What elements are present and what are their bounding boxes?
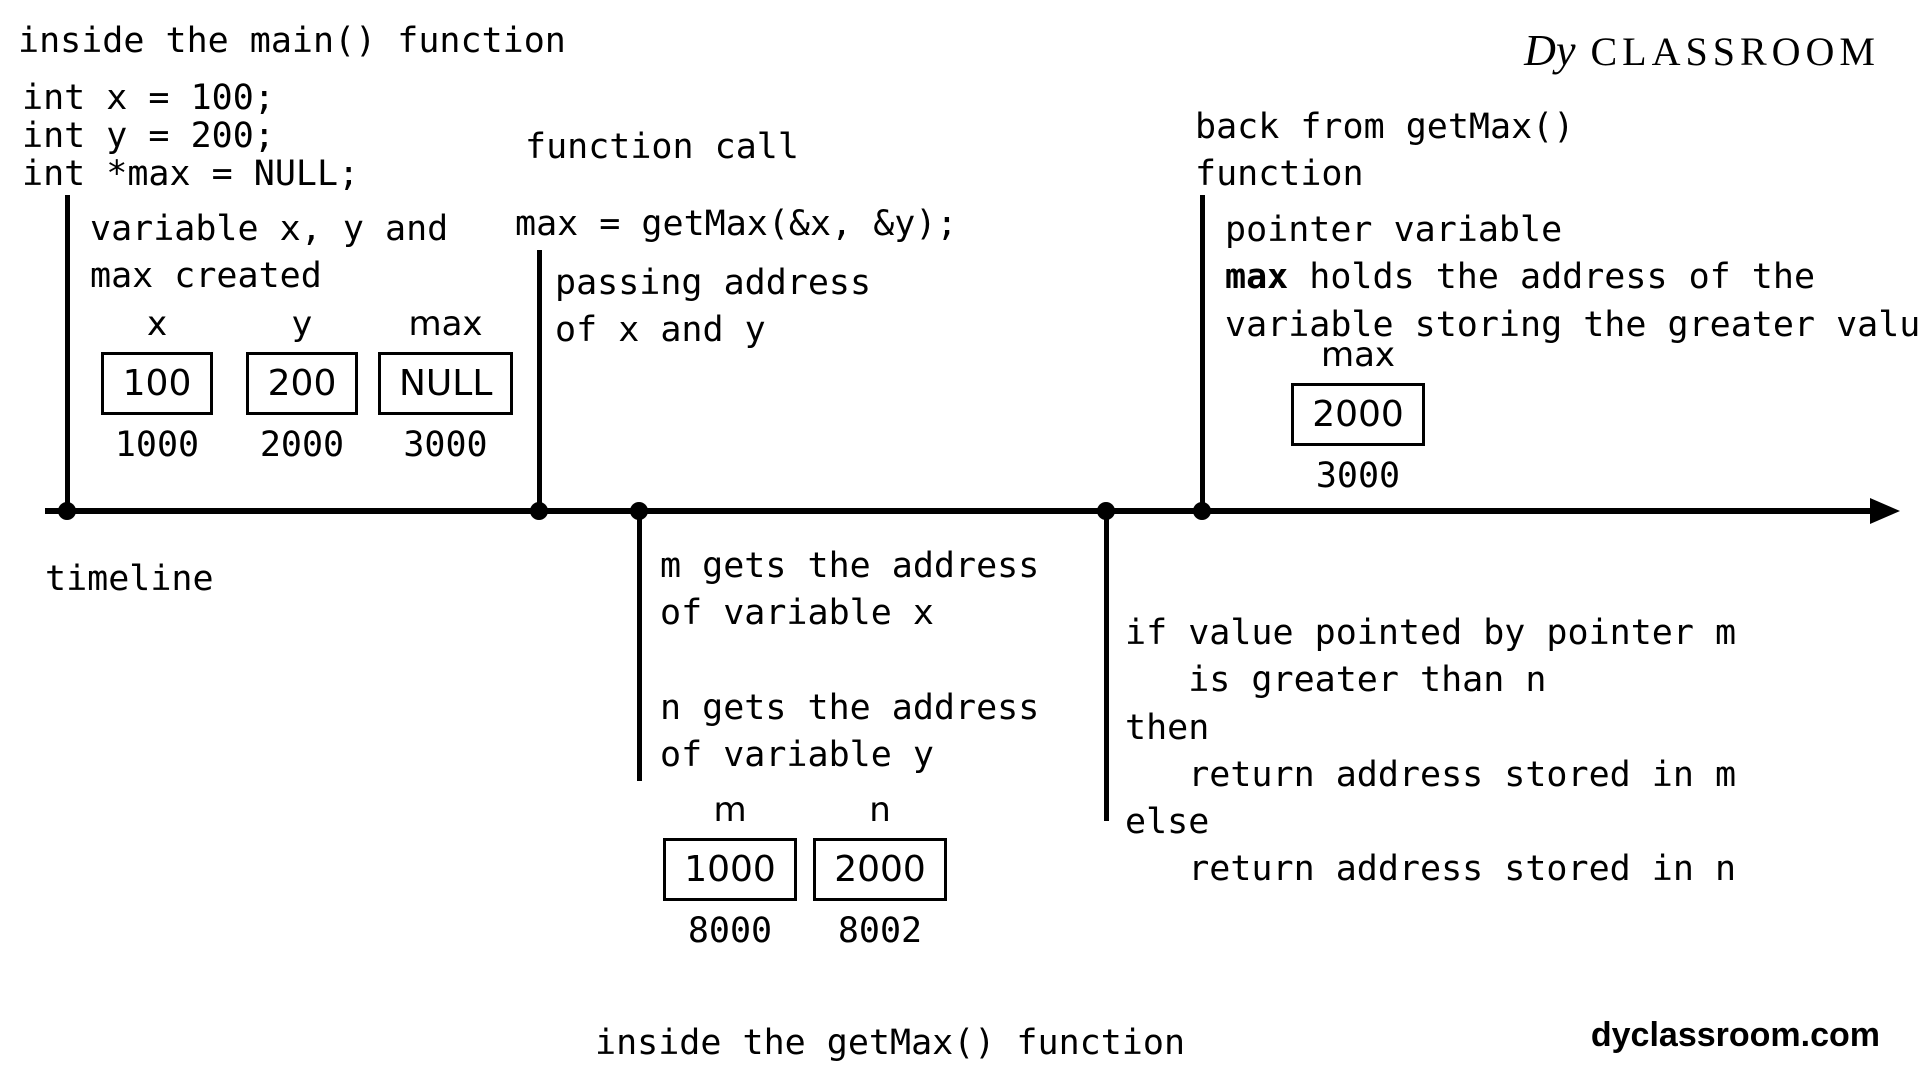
vline bbox=[1104, 511, 1109, 821]
var-n: n 2000 8002 bbox=[800, 790, 960, 951]
stage2-caption-top: passing address of x and y bbox=[555, 260, 871, 355]
timeline-axis bbox=[45, 508, 1880, 514]
var-value: 1000 bbox=[663, 838, 797, 901]
getmax-section-title: inside the getMax() function bbox=[595, 1020, 1185, 1067]
var-addr: 8000 bbox=[650, 911, 810, 951]
stage3-logic: if value pointed by pointer m is greater… bbox=[1125, 610, 1736, 894]
stage2-call: max = getMax(&x, &y); bbox=[515, 201, 958, 248]
code-line-3: int *max = NULL; bbox=[22, 151, 359, 198]
stage4-caption: pointer variable max holds the address o… bbox=[1225, 207, 1920, 349]
footer-url: dyclassroom.com bbox=[1591, 1016, 1880, 1055]
var-addr: 1000 bbox=[92, 425, 222, 465]
diagram-canvas: Dy CLASSROOM inside the main() function … bbox=[0, 0, 1920, 1080]
brand-logo: Dy CLASSROOM bbox=[1524, 25, 1880, 76]
var-name: n bbox=[800, 790, 960, 830]
var-addr: 2000 bbox=[237, 425, 367, 465]
var-value: 2000 bbox=[813, 838, 947, 901]
var-max-result: max 2000 3000 bbox=[1278, 335, 1438, 496]
logo-text: CLASSROOM bbox=[1575, 29, 1880, 74]
var-m: m 1000 8000 bbox=[650, 790, 810, 951]
var-y: y 200 2000 bbox=[237, 304, 367, 465]
var-name: max bbox=[378, 304, 513, 344]
stage2-caption-bottom: m gets the address of variable x n gets … bbox=[660, 543, 1039, 779]
stage4-title: back from getMax() function bbox=[1195, 104, 1574, 199]
var-max-initial: max NULL 3000 bbox=[378, 304, 513, 465]
logo-prefix: Dy bbox=[1524, 26, 1575, 75]
timeline-arrow-icon bbox=[1870, 498, 1900, 524]
var-value: 100 bbox=[101, 352, 213, 415]
var-value: 200 bbox=[246, 352, 358, 415]
var-addr: 3000 bbox=[378, 425, 513, 465]
vline bbox=[65, 195, 70, 513]
vline bbox=[637, 511, 642, 781]
vline bbox=[1200, 195, 1205, 513]
vline bbox=[537, 250, 542, 513]
var-name: y bbox=[237, 304, 367, 344]
stage2-title: function call bbox=[525, 124, 799, 171]
var-name: x bbox=[92, 304, 222, 344]
var-name: max bbox=[1278, 335, 1438, 375]
var-value: 2000 bbox=[1291, 383, 1425, 446]
stage1-caption: variable x, y and max created bbox=[90, 206, 448, 301]
var-x: x 100 1000 bbox=[92, 304, 222, 465]
main-section-title: inside the main() function bbox=[18, 18, 566, 65]
var-addr: 8002 bbox=[800, 911, 960, 951]
var-addr: 3000 bbox=[1278, 456, 1438, 496]
var-name: m bbox=[650, 790, 810, 830]
var-value: NULL bbox=[378, 352, 513, 415]
timeline-label: timeline bbox=[45, 556, 214, 603]
